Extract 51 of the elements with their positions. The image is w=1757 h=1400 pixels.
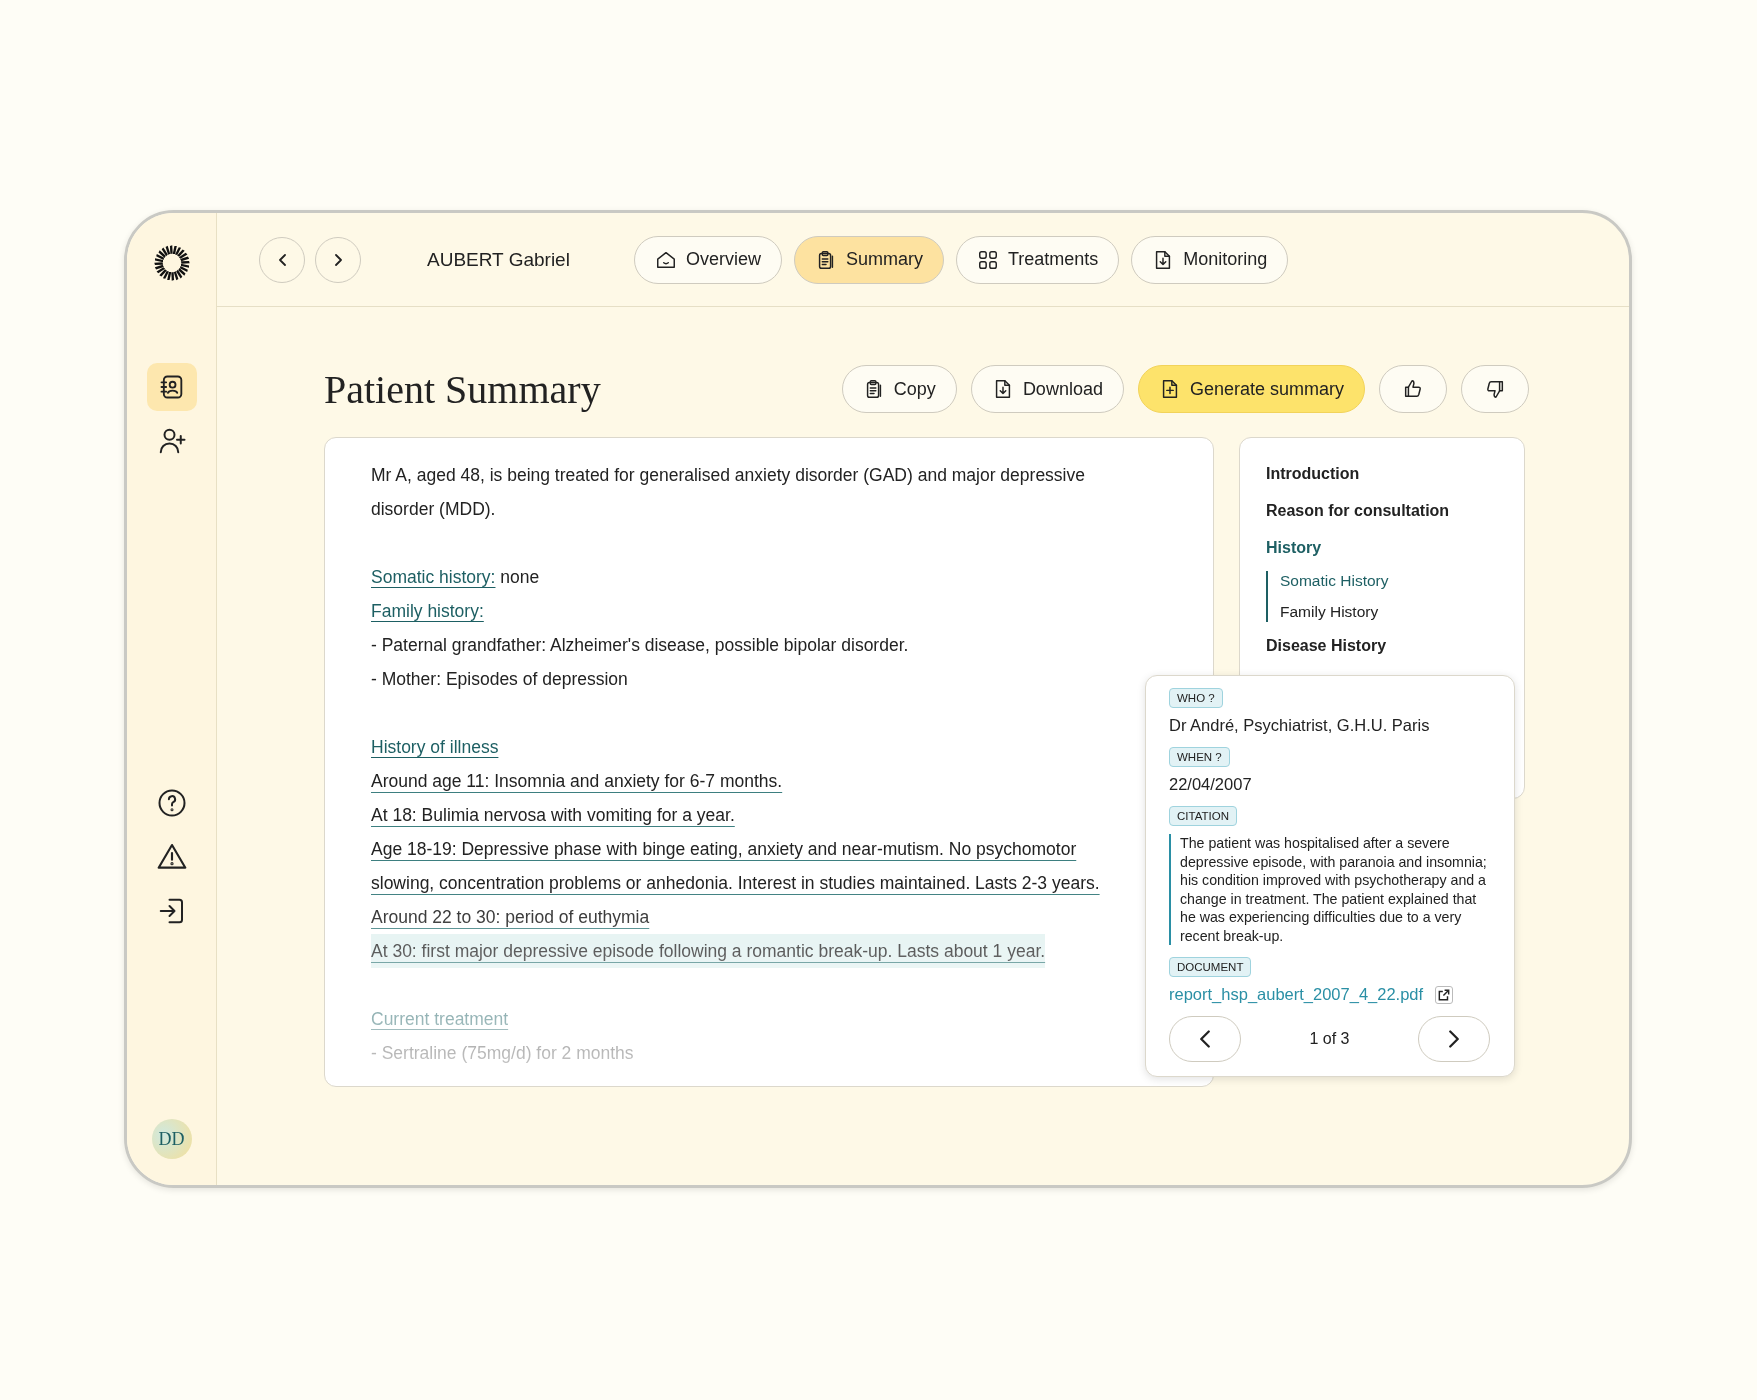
nav-tab[interactable]: Summary — [793, 235, 944, 284]
action-button[interactable]: Copy — [841, 365, 957, 413]
chevron-right-icon — [334, 253, 342, 266]
cited-event[interactable]: Around 22 to 30: period of euthymia — [371, 900, 650, 934]
outline-subitem[interactable]: Somatic History — [1280, 571, 1498, 591]
field-tag: CITATION — [1169, 806, 1237, 826]
outline-subitem[interactable]: Family History — [1280, 602, 1498, 622]
summary-text: - Paternal grandfather: Alzheimer's disease, possible bipolar disorder. — [371, 634, 910, 657]
sidebar-button[interactable] — [146, 363, 197, 411]
section-link[interactable]: Somatic history: — [371, 567, 496, 587]
cited-event[interactable]: Age 18-19: Depressive phase with binge eating, anxiety and near-mutism. No psychomotor slowing, concentration problems or anhedonia. Interest in studies maintained. Lasts 2-3 years. — [371, 832, 1143, 900]
section-link[interactable]: Family history: — [371, 601, 484, 621]
outline-item[interactable]: Disease History — [1266, 636, 1498, 656]
summary-text: - Sertraline (75mg/d) for 2 months — [371, 1042, 635, 1065]
thumbs-down-icon — [1484, 378, 1506, 400]
field-tag: WHO ? — [1169, 688, 1223, 708]
action-button[interactable]: Generate summary — [1137, 365, 1365, 413]
nav-tab[interactable]: Monitoring — [1131, 235, 1289, 284]
outline-item[interactable]: History — [1266, 538, 1498, 558]
like-button[interactable] — [1379, 365, 1447, 413]
section-link[interactable]: History of illness — [371, 737, 499, 757]
help-icon — [156, 787, 187, 818]
field-tag: DOCUMENT — [1169, 957, 1252, 977]
external-link-icon[interactable] — [1435, 985, 1454, 1004]
summary-text: Somatic history: none — [371, 566, 541, 589]
summary-text: Mr A, aged 48, is being treated for generalised anxiety disorder (GAD) and major depressive disorder (MDD). — [371, 464, 1086, 521]
user-avatar[interactable]: DD — [151, 1119, 192, 1159]
thumbs-up-icon — [1402, 378, 1424, 400]
field-value: Dr André, Psychiatrist, G.H.U. Paris — [1169, 716, 1431, 735]
summary-text: - Mother: Episodes of depression — [371, 668, 629, 691]
document-link[interactable]: report_hsp_aubert_2007_4_22.pdf — [1169, 985, 1424, 1004]
cited-event[interactable]: Around age 11: Insomnia and anxiety for 6-7 months. — [371, 764, 783, 798]
outline-item[interactable]: Introduction — [1266, 464, 1498, 484]
chevron-left-icon — [1200, 1030, 1210, 1048]
nav-tab[interactable]: Overview — [633, 235, 782, 284]
outline-item[interactable]: Reason for consultation — [1266, 501, 1498, 521]
grid-icon — [976, 248, 999, 271]
patient-name: AUBERT Gabriel — [427, 248, 570, 271]
cited-event[interactable]: At 18: Bulimia nervosa with vomiting for a year. — [371, 798, 735, 832]
page-title: Patient Summary — [324, 365, 602, 413]
page-counter: 1 of 3 — [1309, 1030, 1350, 1048]
citation-quote: The patient was hospitalised after a severe depressive episode, with paranoia and insomnia; his condition improved with psychotherapy and a change in treatment. The patient explained that he was experiencing difficulties due to a very recent break-up. — [1169, 834, 1490, 945]
cited-event[interactable]: At 30: first major depressive episode following a romantic break-up. Lasts about 1 year. — [371, 934, 1046, 968]
dislike-button[interactable] — [1461, 365, 1529, 413]
field-value: 22/04/2007 — [1169, 775, 1253, 794]
sunburst-logo — [153, 245, 190, 281]
chevron-right-icon — [1449, 1030, 1459, 1048]
nav-tab[interactable]: Treatments — [955, 235, 1120, 284]
field-tag: WHEN ? — [1169, 747, 1230, 767]
action-button[interactable]: Download — [970, 365, 1124, 413]
chevron-left-icon — [278, 253, 286, 266]
